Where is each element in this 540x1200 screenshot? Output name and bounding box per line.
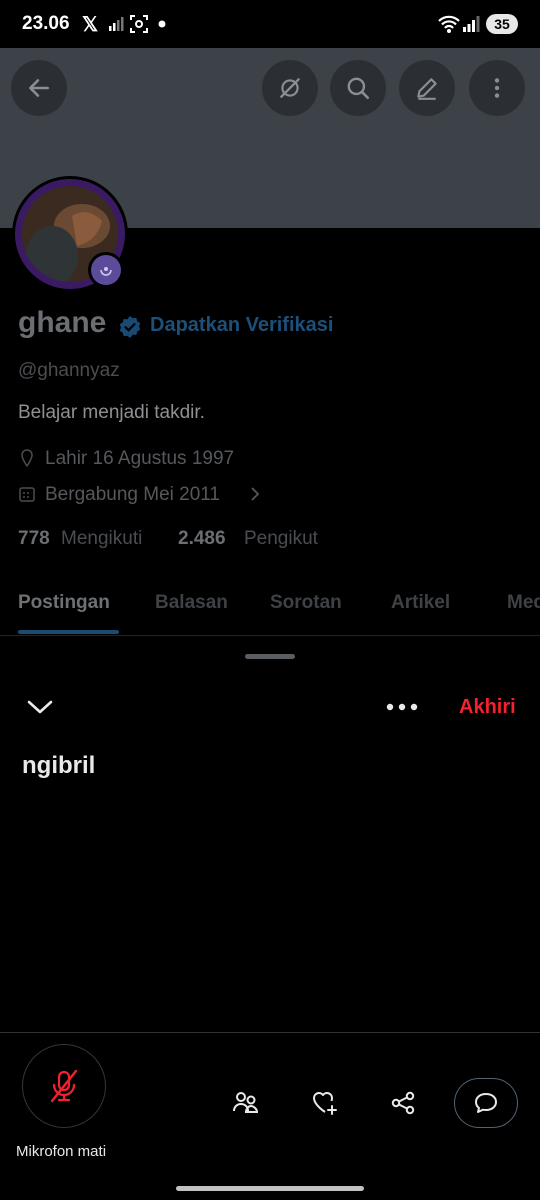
search-button[interactable]: [330, 60, 386, 116]
get-verified-link[interactable]: Dapatkan Verifikasi: [150, 314, 333, 337]
birth-date: Lahir 16 Agustus 1997: [45, 448, 235, 469]
edit-button[interactable]: [399, 60, 455, 116]
tab-posts[interactable]: Postingan: [18, 592, 110, 614]
chevron-right-icon[interactable]: [248, 486, 262, 502]
mic-off-icon: [50, 1069, 78, 1103]
following-label[interactable]: Mengikuti: [61, 528, 142, 550]
followers-count[interactable]: 2.486: [178, 528, 226, 550]
active-tab-indicator: [18, 630, 119, 634]
tab-articles[interactable]: Artikel: [391, 592, 450, 614]
home-indicator[interactable]: [176, 1186, 364, 1191]
chevron-down-icon[interactable]: [26, 696, 54, 718]
profile-handle: @ghannyaz: [18, 360, 120, 381]
tab-media[interactable]: Media: [507, 592, 540, 614]
comment-button[interactable]: [454, 1078, 518, 1128]
screenshot-icon: [130, 15, 148, 33]
spaces-badge: [88, 252, 124, 288]
x-logo-icon: 𝕏: [82, 14, 99, 36]
status-bar: 23.06 𝕏 35: [0, 0, 540, 50]
mic-status-label: Mikrofon mati: [16, 1143, 107, 1160]
share-icon: [391, 1091, 415, 1115]
controls-divider: [0, 1032, 540, 1033]
following-count[interactable]: 778: [18, 528, 50, 550]
tab-replies[interactable]: Balasan: [155, 592, 228, 614]
more-options-button[interactable]: [469, 60, 525, 116]
notification-dot-icon: [158, 20, 166, 28]
tab-highlights[interactable]: Sorotan: [270, 592, 342, 614]
participants-button[interactable]: [226, 1083, 266, 1123]
status-time: 23.06: [22, 13, 70, 34]
location-pin-icon: [21, 449, 33, 467]
share-button[interactable]: [383, 1083, 423, 1123]
spaces-mic-icon: [100, 267, 112, 276]
space-title: ngibril: [22, 752, 96, 779]
joined-date: Bergabung Mei 2011: [45, 484, 220, 505]
chat-bubble-icon: [475, 1093, 497, 1113]
battery-indicator: 35: [486, 14, 518, 34]
profile-name: ghane: [18, 306, 107, 339]
tabs-divider: [0, 635, 540, 636]
more-horizontal-icon[interactable]: [385, 699, 419, 715]
sheet-drag-handle[interactable]: [245, 654, 295, 659]
pencil-icon: [417, 78, 437, 100]
more-vertical-icon: [494, 78, 500, 98]
verified-badge-icon[interactable]: [118, 315, 142, 339]
followers-label[interactable]: Pengikut: [244, 528, 318, 550]
people-icon: [233, 1092, 259, 1113]
react-button[interactable]: [305, 1083, 345, 1123]
arrow-left-icon: [29, 79, 49, 97]
cell-signal-icon: [463, 16, 480, 32]
end-space-button[interactable]: Akhiri: [459, 696, 516, 719]
calendar-icon: [19, 487, 35, 502]
signal-off-icon: [109, 17, 124, 31]
profile-bio: Belajar menjadi takdir.: [18, 402, 205, 423]
back-button[interactable]: [11, 60, 67, 116]
grok-button[interactable]: [262, 60, 318, 116]
wifi-icon: [438, 15, 460, 33]
heart-plus-icon: [313, 1092, 337, 1115]
microphone-button[interactable]: [22, 1044, 106, 1128]
search-icon: [347, 77, 370, 100]
grok-icon: [280, 78, 300, 98]
